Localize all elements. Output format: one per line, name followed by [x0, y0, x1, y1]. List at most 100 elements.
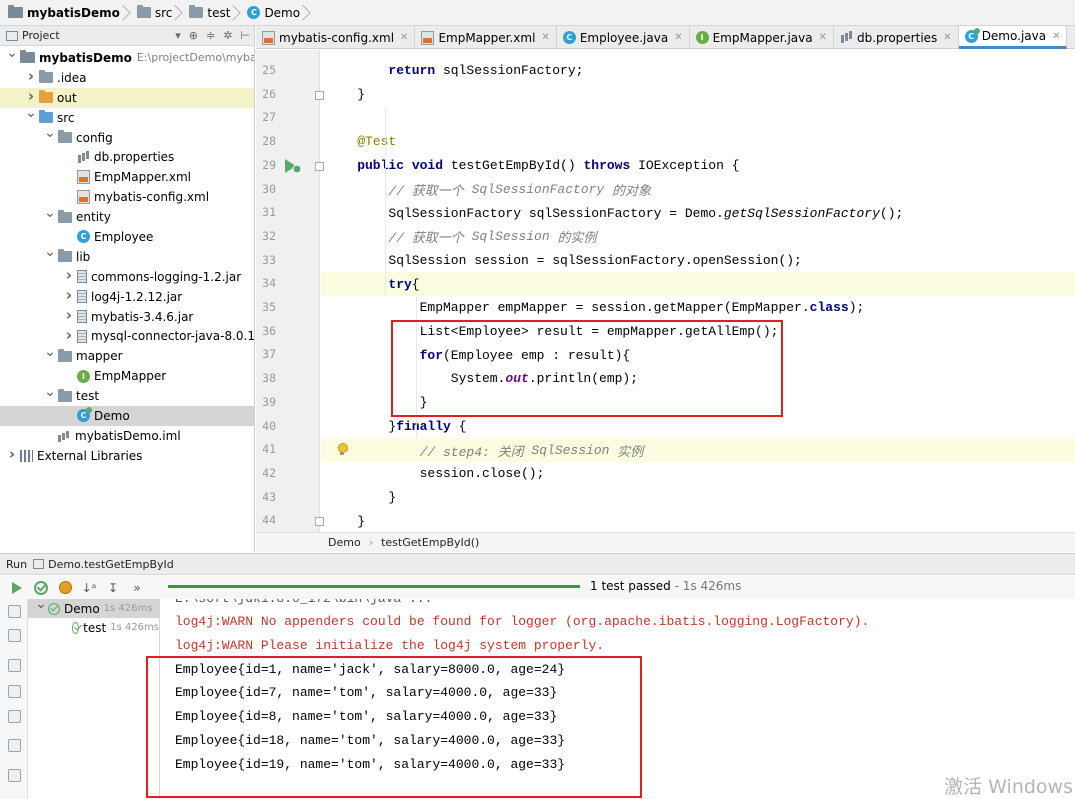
- close-icon[interactable]: ✕: [943, 32, 951, 43]
- gear-icon[interactable]: ✲: [223, 29, 232, 42]
- code-token: {: [450, 418, 467, 434]
- code-token: }: [388, 489, 397, 505]
- lightbulb-icon[interactable]: [337, 443, 348, 456]
- line-number: 42: [262, 465, 276, 480]
- tree-item[interactable]: I EmpMapper: [0, 366, 254, 386]
- editor-tab[interactable]: C Employee.java ✕: [557, 26, 690, 49]
- chevron-down-icon[interactable]: [42, 251, 58, 262]
- tree-item[interactable]: mybatisDemo E:\projectDemo\mybat: [0, 48, 254, 68]
- stop-icon[interactable]: [8, 659, 21, 672]
- chevron-down-icon[interactable]: [42, 351, 58, 362]
- code-editor[interactable]: 25 26 27 28 29 30 31 32 33 34 35 36 37 38 39 40 41 42 43 44…: [256, 50, 1075, 532]
- code-token: 的对象: [604, 183, 652, 199]
- editor-tab[interactable]: mybatis-config.xml ✕: [256, 26, 416, 49]
- chevron-down-icon[interactable]: [4, 52, 20, 63]
- show-ignored-button[interactable]: [56, 579, 74, 597]
- editor-breadcrumb-item[interactable]: testGetEmpById(): [381, 536, 479, 549]
- chevron-down-icon[interactable]: [42, 391, 58, 402]
- chevron-right-icon[interactable]: [23, 91, 39, 104]
- locate-icon[interactable]: ⊕: [189, 29, 198, 42]
- tree-item[interactable]: mybatis-config.xml: [0, 187, 254, 207]
- tree-item[interactable]: db.properties: [0, 147, 254, 167]
- dropdown-icon[interactable]: ▾: [175, 29, 181, 42]
- pin-icon[interactable]: [8, 769, 21, 782]
- code-token: SqlSessionFactory sqlSessionFactory = De…: [388, 205, 724, 221]
- tree-item[interactable]: mapper: [0, 346, 254, 366]
- tree-item[interactable]: C Demo: [0, 406, 254, 426]
- chevron-down-icon[interactable]: [42, 132, 58, 143]
- wrench-icon[interactable]: [8, 605, 21, 618]
- run-test-icon[interactable]: [284, 158, 302, 174]
- sort-duration-button[interactable]: ↧: [104, 579, 122, 597]
- chevron-right-icon[interactable]: [61, 310, 77, 323]
- tree-item[interactable]: out: [0, 87, 254, 108]
- tree-item[interactable]: External Libraries: [0, 446, 254, 466]
- chevron-right-icon[interactable]: [4, 449, 20, 462]
- code-token: 实例: [609, 444, 644, 460]
- code-line: // step4: 关闭 SqlSession 实例: [321, 438, 1075, 462]
- console-output[interactable]: E:\soft\jdk1.8.0_172\bin\java ... log4j:W…: [161, 599, 1075, 799]
- test-tree-item[interactable]: Demo1s 426ms: [28, 599, 159, 618]
- chevron-right-icon[interactable]: [61, 290, 77, 303]
- login-icon[interactable]: [8, 710, 21, 723]
- chevron-right-icon[interactable]: [23, 71, 39, 84]
- tree-item[interactable]: mybatisDemo.iml: [0, 426, 254, 446]
- code-token: }: [388, 418, 397, 434]
- close-icon[interactable]: ✕: [819, 32, 827, 43]
- run-config-name[interactable]: Demo.testGetEmpById: [48, 558, 174, 571]
- close-icon[interactable]: ✕: [674, 32, 682, 43]
- chevron-right-icon[interactable]: [61, 330, 77, 343]
- code-token: public: [357, 158, 404, 174]
- camera-icon[interactable]: [8, 629, 21, 642]
- chevron-right-icon[interactable]: [61, 270, 77, 283]
- editor-tab[interactable]: EmpMapper.xml ✕: [415, 26, 557, 49]
- test-tree-item[interactable]: test 1s 426ms: [28, 618, 159, 637]
- code-token: void: [411, 158, 444, 174]
- more-button[interactable]: »: [128, 579, 146, 597]
- layout-icon[interactable]: [8, 739, 21, 752]
- jar-icon: [77, 310, 87, 324]
- close-icon[interactable]: ✕: [1052, 31, 1060, 42]
- chevron-down-icon[interactable]: [34, 603, 48, 614]
- code-area[interactable]: return sqlSessionFactory;} @Test public vo…: [321, 50, 1075, 532]
- tree-item[interactable]: config: [0, 128, 254, 148]
- editor-tab[interactable]: I EmpMapper.java ✕: [690, 26, 834, 49]
- breadcrumb-item[interactable]: mybatisDemo: [4, 3, 124, 23]
- hide-icon[interactable]: ⊢: [240, 29, 250, 42]
- tree-item[interactable]: commons-logging-1.2.jar: [0, 267, 254, 287]
- sort-alpha-button[interactable]: ↓ᵃ: [80, 579, 98, 597]
- code-token: class: [809, 300, 849, 316]
- tree-item[interactable]: entity: [0, 207, 254, 227]
- tree-item[interactable]: .idea: [0, 68, 254, 88]
- tree-item[interactable]: log4j-1.2.12.jar: [0, 287, 254, 307]
- project-panel-title[interactable]: Project: [22, 29, 60, 42]
- chevron-down-icon[interactable]: [42, 212, 58, 223]
- snapshot-icon[interactable]: [8, 685, 21, 698]
- tree-item[interactable]: EmpMapper.xml: [0, 167, 254, 187]
- console-line: Employee{id=7, name='tom', salary=4000.0…: [175, 685, 558, 701]
- code-token: ();: [879, 205, 904, 221]
- rerun-button[interactable]: [8, 579, 26, 597]
- tree-item[interactable]: mybatis-3.4.6.jar: [0, 307, 254, 327]
- tree-item[interactable]: src: [0, 108, 254, 128]
- indent-guide: [416, 296, 418, 439]
- show-passed-button[interactable]: [32, 579, 50, 597]
- editor-tab[interactable]: db.properties ✕: [834, 26, 959, 49]
- collapse-icon[interactable]: ≑: [206, 29, 215, 42]
- tree-item-label: config: [76, 130, 113, 145]
- iml-file-icon: [58, 430, 71, 442]
- tree-item[interactable]: lib: [0, 247, 254, 267]
- chevron-down-icon[interactable]: [23, 112, 39, 123]
- close-icon[interactable]: ✕: [541, 32, 549, 43]
- breadcrumb-separator: [124, 3, 131, 23]
- tree-item[interactable]: mysql-connector-java-8.0.18: [0, 326, 254, 346]
- close-icon[interactable]: ✕: [400, 32, 408, 43]
- tree-item[interactable]: C Employee: [0, 227, 254, 247]
- editor-tab[interactable]: C Demo.java ✕: [958, 26, 1068, 49]
- class-icon: C: [562, 31, 576, 44]
- run-panel-label[interactable]: Run: [6, 558, 27, 571]
- tree-item[interactable]: test: [0, 386, 254, 406]
- editor-breadcrumb-item[interactable]: Demo: [328, 536, 361, 549]
- tree-item-label: test: [76, 389, 100, 404]
- code-line: for (Employee emp : result){: [321, 343, 1075, 367]
